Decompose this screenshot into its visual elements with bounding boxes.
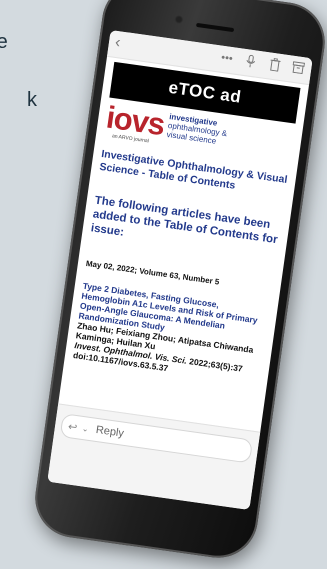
background-fragment-2: k	[27, 89, 37, 111]
chevron-down-icon[interactable]: ⌄	[81, 423, 92, 433]
phone-device: ‹ ••• eTOC ad iovs investigative ophthal…	[30, 0, 327, 563]
trash-icon[interactable]	[267, 57, 283, 73]
toc-notice: The following articles have been added t…	[90, 194, 279, 247]
microphone-icon[interactable]	[243, 54, 259, 70]
background-text: re k	[0, 0, 60, 200]
archive-icon[interactable]	[290, 61, 306, 77]
mail-screen: ‹ ••• eTOC ad iovs investigative ophthal…	[47, 30, 313, 510]
front-camera	[174, 14, 184, 24]
more-icon[interactable]: •••	[219, 51, 235, 67]
reply-input[interactable]: ↩ ⌄ Reply	[59, 413, 254, 464]
reply-label: Reply	[95, 423, 125, 440]
toolbar-actions: •••	[219, 51, 306, 77]
email-body: eTOC ad iovs investigative ophthalmology…	[64, 57, 309, 391]
earpiece-speaker	[195, 22, 235, 33]
background-fragment-1: re	[0, 31, 8, 53]
reply-bar: ↩ ⌄ Reply	[47, 403, 261, 510]
back-icon[interactable]: ‹	[114, 34, 122, 53]
